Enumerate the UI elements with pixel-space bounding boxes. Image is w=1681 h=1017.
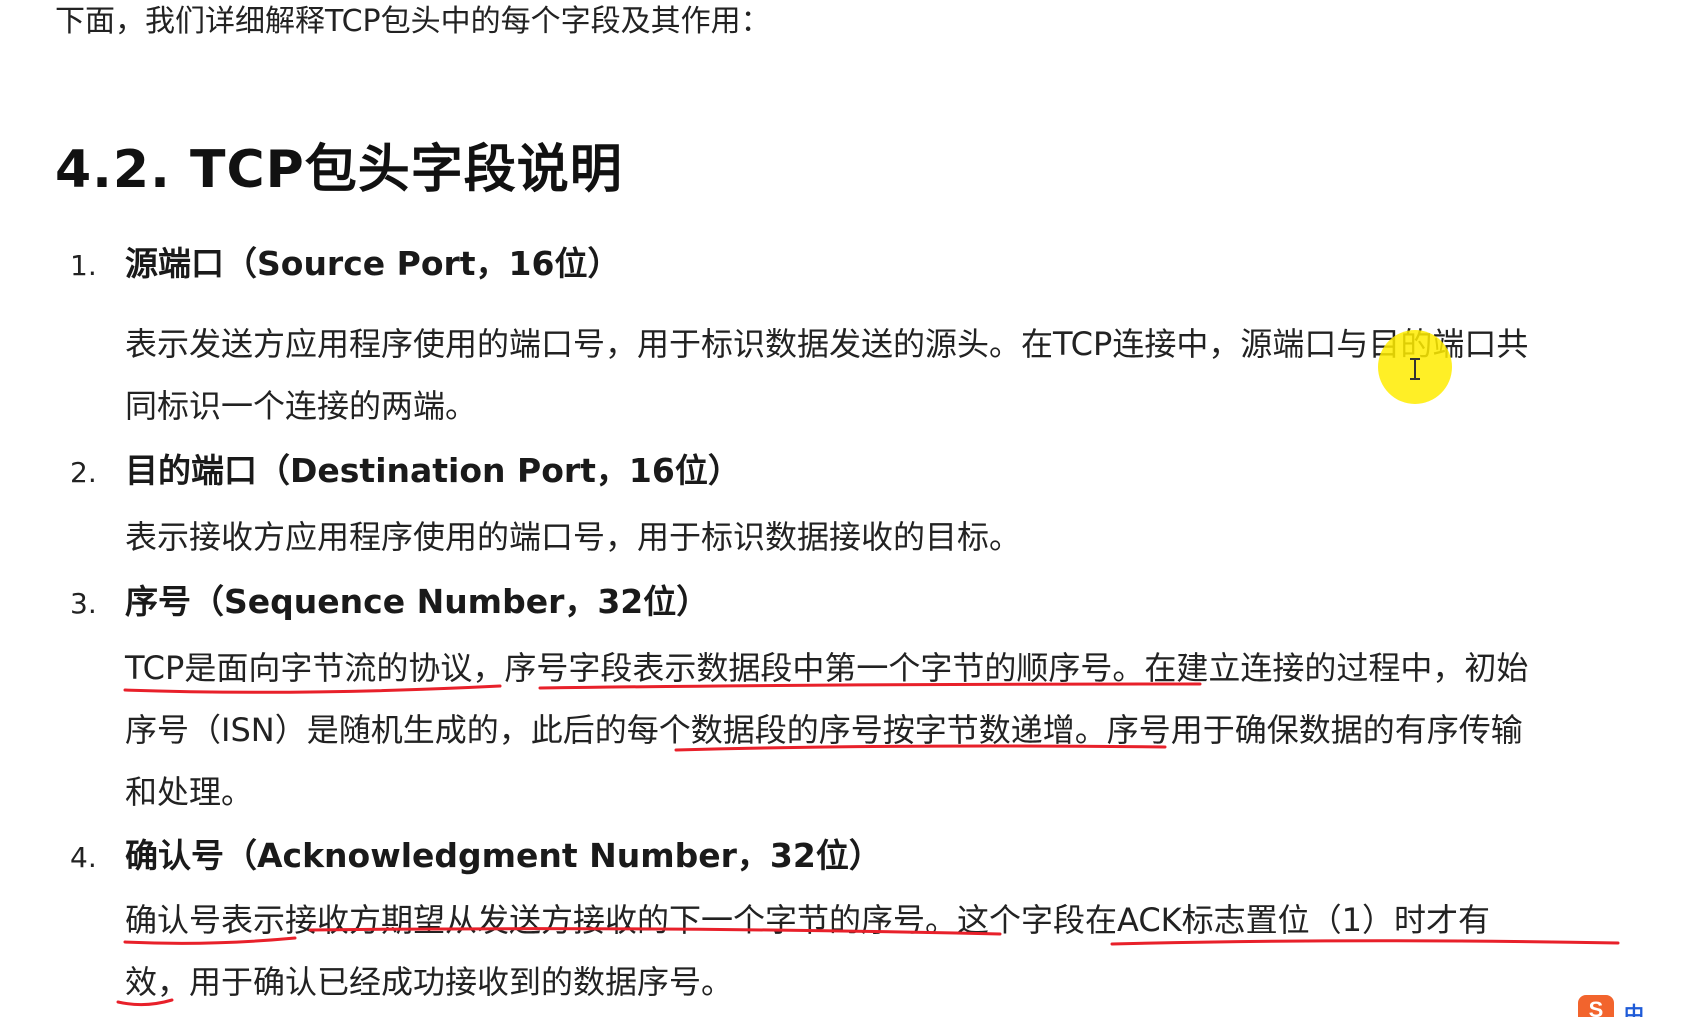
underline-ack-flag (1110, 939, 1620, 946)
item-4-title: 确认号（Acknowledgment Number，32位） (125, 836, 882, 875)
section-heading: 4.2. TCP包头字段说明 (55, 140, 623, 200)
item-1-number: 1. (70, 249, 97, 282)
item-3-line-3: 和处理。 (125, 773, 254, 811)
item-3-line-2: 序号（ISN）是随机生成的，此后的每个数据段的序号按字节数递增。序号用于确保数据… (125, 711, 1523, 749)
item-4-number: 4. (70, 841, 97, 874)
ime-mode-label[interactable]: 中 (1624, 998, 1644, 1017)
item-2-number: 2. (70, 456, 97, 489)
ime-logo-icon[interactable]: S (1578, 995, 1614, 1017)
item-4-line-2: 效，用于确认已经成功接收到的数据序号。 (125, 963, 734, 1001)
item-4-line-1: 确认号表示接收方期望从发送方接收的下一个字节的序号。这个字段在ACK标志置位（1… (125, 901, 1491, 939)
item-1-line-2: 同标识一个连接的两端。 (125, 387, 478, 425)
item-2-line-1: 表示接收方应用程序使用的端口号，用于标识数据接收的目标。 (125, 518, 1022, 556)
item-3-number: 3. (70, 587, 97, 620)
item-3-line-1: TCP是面向字节流的协议，序号字段表示数据段中第一个字节的顺序号。在建立连接的过… (125, 649, 1529, 687)
text-cursor-icon (1410, 358, 1420, 380)
intro-text: 下面，我们详细解释TCP包头中的每个字段及其作用： (55, 4, 771, 39)
item-1-line-1: 表示发送方应用程序使用的端口号，用于标识数据发送的源头。在TCP连接中，源端口与… (125, 325, 1529, 363)
item-1-title: 源端口（Source Port，16位） (125, 244, 621, 283)
item-3-title: 序号（Sequence Number，32位） (125, 582, 710, 621)
item-2-title: 目的端口（Destination Port，16位） (125, 451, 741, 490)
